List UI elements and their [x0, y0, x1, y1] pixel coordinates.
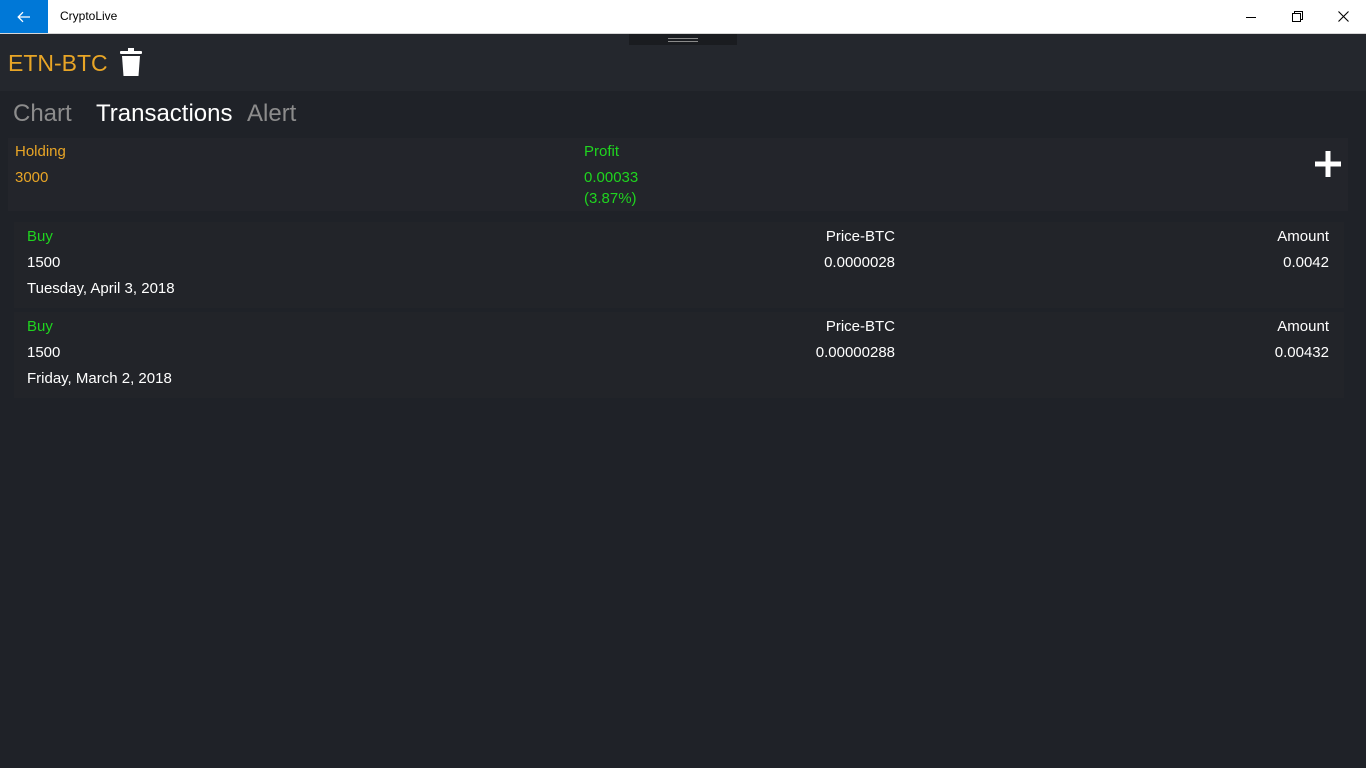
- amount-label: Amount: [1277, 318, 1329, 335]
- close-icon: [1337, 11, 1349, 22]
- amount-value: 0.0042: [1283, 254, 1329, 271]
- plus-icon: [1315, 151, 1341, 177]
- minimize-button[interactable]: [1228, 0, 1274, 33]
- tab-transactions[interactable]: Transactions: [96, 100, 233, 128]
- holding-summary: Holding 3000 Profit 0.00033 (3.87%): [8, 138, 1348, 211]
- trash-icon: [120, 48, 142, 76]
- transaction-quantity: 1500: [27, 344, 61, 361]
- profit-label: Profit: [584, 143, 620, 160]
- delete-button[interactable]: [119, 48, 143, 81]
- price-label: Price-BTC: [825, 228, 895, 245]
- add-transaction-button[interactable]: [1314, 150, 1342, 178]
- transaction-type: Buy: [27, 318, 53, 335]
- transaction-item[interactable]: Buy 1500 Friday, March 2, 2018 Price-BTC…: [14, 312, 1344, 398]
- amount-value: 0.00432: [1274, 344, 1329, 361]
- app-title: CryptoLive: [60, 9, 118, 23]
- restore-icon: [1291, 11, 1303, 22]
- minimize-icon: [1246, 16, 1256, 18]
- profit-percent: (3.87%): [584, 190, 637, 207]
- back-button[interactable]: [0, 0, 48, 33]
- holding-value: 3000: [15, 169, 49, 186]
- tab-chart[interactable]: Chart: [13, 100, 72, 128]
- transaction-type: Buy: [27, 228, 53, 245]
- price-value: 0.0000028: [824, 254, 895, 271]
- back-arrow-icon: [17, 11, 30, 22]
- holding-label: Holding: [15, 143, 66, 160]
- title-bar: CryptoLive: [0, 0, 1366, 34]
- pair-title: ETN-BTC: [8, 50, 108, 76]
- drag-handle[interactable]: [629, 34, 737, 45]
- amount-label: Amount: [1277, 228, 1329, 245]
- price-value: 0.00000288: [815, 344, 895, 361]
- close-button[interactable]: [1320, 0, 1366, 33]
- transaction-date: Tuesday, April 3, 2018: [27, 280, 175, 297]
- restore-button[interactable]: [1274, 0, 1320, 33]
- transaction-date: Friday, March 2, 2018: [27, 370, 172, 387]
- tab-alert[interactable]: Alert: [247, 100, 296, 128]
- transaction-item[interactable]: Buy 1500 Tuesday, April 3, 2018 Price-BT…: [14, 222, 1344, 308]
- pair-header: ETN-BTC: [0, 34, 1366, 91]
- transaction-quantity: 1500: [27, 254, 61, 271]
- profit-value: 0.00033: [584, 169, 639, 186]
- price-label: Price-BTC: [825, 318, 895, 335]
